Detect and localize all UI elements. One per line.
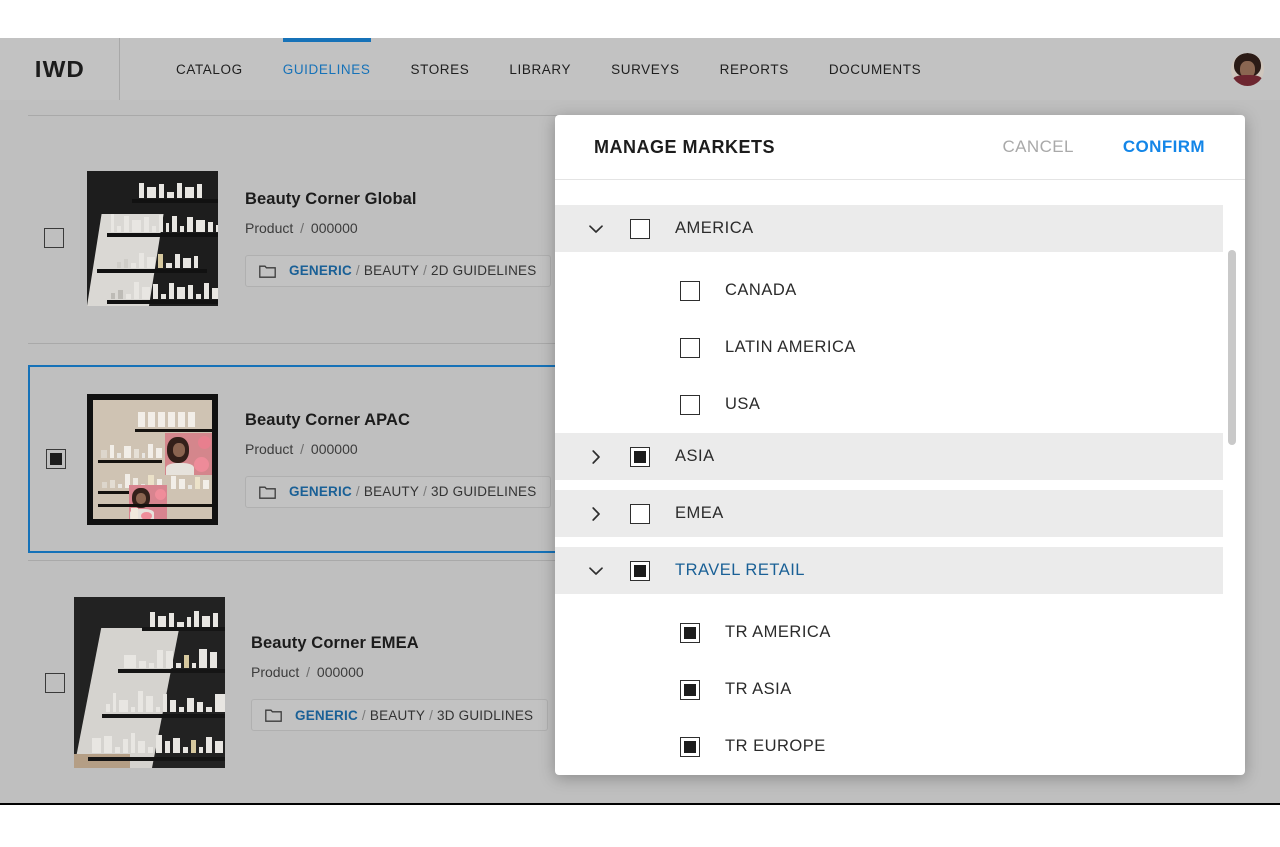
nav-item-guidelines[interactable]: GUIDELINES	[263, 38, 391, 100]
market-row-tr-america[interactable]: TR AMERICA	[555, 604, 1223, 661]
folder-icon	[259, 485, 276, 499]
guideline-thumbnail	[87, 170, 218, 306]
top-navigation-bar: IWD CATALOG GUIDELINES STORES LIBRARY SURVEY…	[0, 38, 1280, 100]
chip-part2: BEAUTY	[363, 263, 420, 278]
market-checkbox[interactable]	[630, 218, 650, 239]
market-label: AMERICA	[675, 219, 754, 237]
nav-item-stores[interactable]: STORES	[391, 38, 490, 100]
market-checkbox[interactable]	[630, 446, 650, 467]
guideline-path-chip[interactable]: GENERIC / BEAUTY / 2D GUIDELINES	[245, 254, 552, 287]
market-label: TR AMERICA	[725, 623, 831, 641]
chip-slash-1: /	[355, 263, 360, 278]
chip-slash-2: /	[429, 707, 434, 723]
guideline-row-checkbox[interactable]	[46, 449, 66, 469]
market-row-latin-america[interactable]: LATIN AMERICA	[555, 319, 1223, 376]
guideline-code: 000000	[310, 440, 358, 457]
guideline-path-chip[interactable]: GENERIC / BEAUTY / 3D GUIDELINES	[245, 475, 552, 508]
guideline-type: Product	[245, 440, 294, 457]
guideline-row-checkbox[interactable]	[45, 672, 65, 693]
chip-part2: BEAUTY	[363, 484, 420, 499]
market-checkbox[interactable]	[680, 337, 700, 358]
nav-item-library[interactable]: LIBRARY	[489, 38, 591, 100]
guideline-code: 000000	[310, 219, 358, 236]
market-label: TR ASIA	[725, 680, 792, 698]
modal-body: AMERICA CANADA LATIN AMERICA USA ASIA EMEA TRA…	[555, 180, 1245, 775]
market-label: CANADA	[725, 281, 797, 299]
markets-tree: AMERICA CANADA LATIN AMERICA USA ASIA EMEA TRA…	[555, 205, 1245, 775]
cancel-button[interactable]: CANCEL	[1003, 137, 1074, 157]
nav-item-documents[interactable]: DOCUMENTS	[809, 38, 941, 100]
market-checkbox[interactable]	[630, 560, 650, 581]
market-checkbox[interactable]	[680, 280, 700, 301]
confirm-button[interactable]: CONFIRM	[1123, 137, 1205, 157]
market-checkbox[interactable]	[680, 622, 700, 643]
guideline-sep: /	[300, 219, 305, 236]
market-label: TR EUROPE	[725, 737, 826, 755]
market-label: ASIA	[675, 447, 715, 465]
chip-part3: 2D GUIDELINES	[431, 263, 537, 278]
guideline-sep: /	[300, 440, 305, 457]
chip-generic: GENERIC	[295, 707, 358, 723]
chip-slash-2: /	[423, 484, 428, 499]
market-label: LATIN AMERICA	[725, 338, 856, 356]
user-avatar[interactable]	[1231, 53, 1264, 86]
market-label: USA	[725, 395, 761, 413]
chevron-down-icon[interactable]	[585, 560, 607, 582]
nav-item-catalog[interactable]: CATALOG	[156, 38, 263, 100]
chip-part2: BEAUTY	[369, 707, 426, 723]
market-row-tr-asia[interactable]: TR ASIA	[555, 661, 1223, 718]
market-row-usa[interactable]: USA	[555, 376, 1223, 433]
nav-item-surveys[interactable]: SURVEYS	[591, 38, 699, 100]
market-checkbox[interactable]	[680, 394, 700, 415]
market-row-asia[interactable]: ASIA	[555, 433, 1223, 480]
modal-title: MANAGE MARKETS	[594, 136, 775, 157]
folder-icon	[259, 264, 276, 278]
logo-text: IWD	[34, 55, 85, 82]
market-label: TRAVEL RETAIL	[675, 561, 805, 579]
market-row-tr-europe[interactable]: TR EUROPE	[555, 718, 1223, 775]
brand-logo[interactable]: IWD	[0, 38, 120, 100]
nav-item-reports[interactable]: REPORTS	[700, 38, 809, 100]
market-row-canada[interactable]: CANADA	[555, 262, 1223, 319]
modal-header: MANAGE MARKETS CANCEL CONFIRM	[555, 115, 1245, 180]
app-root: IWD CATALOG GUIDELINES STORES LIBRARY SURVEY…	[0, 0, 1280, 847]
chip-part3: 3D GUIDLINES	[437, 707, 534, 723]
guideline-path-chip[interactable]: GENERIC / BEAUTY / 3D GUIDLINES	[251, 699, 549, 731]
chip-generic: GENERIC	[289, 484, 352, 499]
market-row-america[interactable]: AMERICA	[555, 205, 1223, 252]
guideline-thumbnail	[87, 393, 218, 525]
chevron-down-icon[interactable]	[585, 218, 607, 240]
guideline-row-checkbox[interactable]	[44, 228, 64, 248]
chip-part3: 3D GUIDELINES	[431, 484, 537, 499]
avatar-body	[1233, 75, 1262, 86]
market-checkbox[interactable]	[630, 503, 650, 524]
modal-scrollbar[interactable]	[1228, 250, 1236, 445]
guideline-type: Product	[245, 219, 294, 236]
market-checkbox[interactable]	[680, 736, 700, 757]
chevron-right-icon[interactable]	[585, 446, 607, 468]
folder-icon	[265, 708, 282, 722]
market-label: EMEA	[675, 504, 724, 522]
chip-slash-1: /	[361, 707, 366, 723]
market-row-emea[interactable]: EMEA	[555, 490, 1223, 537]
nav-items: CATALOG GUIDELINES STORES LIBRARY SURVEYS REP…	[156, 38, 941, 100]
guideline-type: Product	[251, 664, 300, 680]
chip-generic: GENERIC	[289, 263, 352, 278]
manage-markets-modal: MANAGE MARKETS CANCEL CONFIRM AMERICA CAN…	[555, 115, 1245, 775]
chip-slash-1: /	[355, 484, 360, 499]
chevron-right-icon[interactable]	[585, 503, 607, 525]
market-row-travel-retail[interactable]: TRAVEL RETAIL	[555, 547, 1223, 594]
guideline-code: 000000	[316, 664, 364, 680]
market-checkbox[interactable]	[680, 679, 700, 700]
chip-slash-2: /	[423, 263, 428, 278]
guideline-thumbnail	[74, 597, 225, 768]
guideline-sep: /	[306, 664, 311, 680]
